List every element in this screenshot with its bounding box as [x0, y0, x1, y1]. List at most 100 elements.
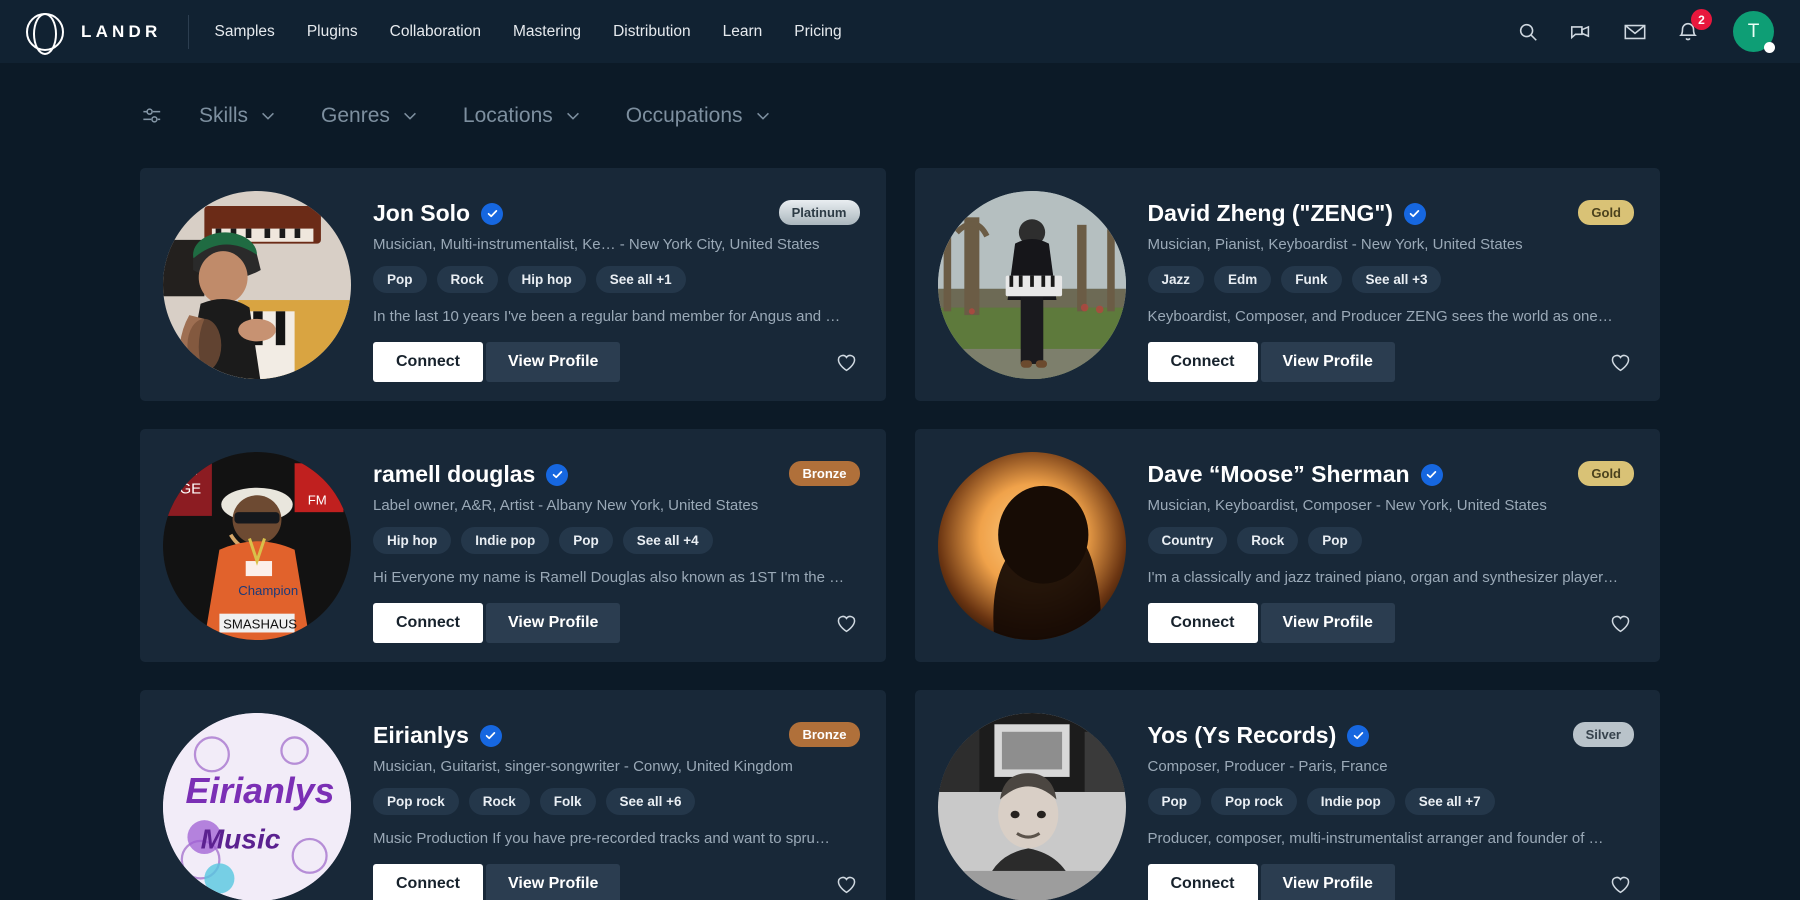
tag-chip[interactable]: Pop	[1148, 788, 1202, 815]
connect-button[interactable]: Connect	[373, 342, 483, 382]
artist-name: Jon Solo	[373, 200, 470, 227]
filter-locations-label: Locations	[463, 104, 553, 128]
artist-subtitle: Label owner, A&R, Artist - Albany New Yo…	[373, 497, 860, 514]
artist-card[interactable]: Dave “Moose” Sherman Gold Musician, Keyb…	[915, 429, 1661, 662]
filter-skills[interactable]: Skills	[199, 104, 277, 128]
verified-badge-icon	[481, 203, 503, 225]
card-actions: Connect View Profile	[373, 864, 860, 900]
verified-badge-icon	[480, 725, 502, 747]
heart-icon[interactable]	[835, 612, 860, 635]
tag-chip[interactable]: Pop rock	[1211, 788, 1297, 815]
tag-chip[interactable]: Hip hop	[373, 527, 451, 554]
tag-chip[interactable]: Pop	[1308, 527, 1362, 554]
notifications-bell[interactable]: 2	[1677, 20, 1699, 43]
tier-badge: Silver	[1573, 722, 1634, 747]
artist-card[interactable]: Jon Solo Platinum Musician, Multi-instru…	[140, 168, 886, 401]
chat-video-icon[interactable]	[1569, 20, 1593, 44]
tag-chip[interactable]: Pop rock	[373, 788, 459, 815]
nav-item-learn[interactable]: Learn	[723, 23, 763, 41]
artist-name-row: Yos (Ys Records)	[1148, 722, 1635, 749]
connect-button[interactable]: Connect	[373, 603, 483, 643]
tag-chip[interactable]: See all +3	[1352, 266, 1442, 293]
filter-locations[interactable]: Locations	[463, 104, 582, 128]
nav-item-collaboration[interactable]: Collaboration	[390, 23, 481, 41]
heart-icon[interactable]	[835, 351, 860, 374]
tag-chip[interactable]: Indie pop	[1307, 788, 1395, 815]
view-profile-button[interactable]: View Profile	[486, 864, 620, 900]
connect-button[interactable]: Connect	[1148, 342, 1258, 382]
tier-badge: Platinum	[779, 200, 860, 225]
tag-chip[interactable]: Jazz	[1148, 266, 1205, 293]
tag-chip[interactable]: Rock	[437, 266, 498, 293]
brand-logo[interactable]: LANDR	[26, 13, 162, 51]
artist-photo[interactable]	[938, 191, 1126, 379]
chevron-down-icon	[754, 107, 772, 125]
artist-bio: In the last 10 years I've been a regular…	[373, 308, 860, 325]
artist-info: Eirianlys Bronze Musician, Guitarist, si…	[373, 713, 860, 900]
tag-chip[interactable]: Pop	[559, 527, 613, 554]
tier-badge: Gold	[1578, 200, 1634, 225]
heart-icon[interactable]	[1609, 873, 1634, 896]
tag-chip[interactable]: Edm	[1214, 266, 1271, 293]
tag-chip[interactable]: See all +4	[623, 527, 713, 554]
artist-card[interactable]: Eirianlys Music Eirianlys Bronze Musicia…	[140, 690, 886, 900]
artist-card[interactable]: PPY NGE FM Champion SMASHAUS ramell doug…	[140, 429, 886, 662]
nav-item-mastering[interactable]: Mastering	[513, 23, 581, 41]
artist-name: Eirianlys	[373, 722, 469, 749]
mail-icon[interactable]	[1623, 20, 1647, 44]
heart-icon[interactable]	[1609, 351, 1634, 374]
heart-icon[interactable]	[835, 873, 860, 896]
top-navigation-bar: LANDR Samples Plugins Collaboration Mast…	[0, 0, 1800, 63]
search-icon[interactable]	[1517, 21, 1539, 43]
genre-tag-list: Pop Pop rock Indie pop See all +7	[1148, 788, 1635, 815]
tag-chip[interactable]: Pop	[373, 266, 427, 293]
artist-card[interactable]: Yos (Ys Records) Silver Composer, Produc…	[915, 690, 1661, 900]
nav-item-pricing[interactable]: Pricing	[794, 23, 841, 41]
tag-chip[interactable]: Hip hop	[508, 266, 586, 293]
artist-subtitle: Musician, Multi-instrumentalist, Ke… - N…	[373, 236, 860, 253]
view-profile-button[interactable]: View Profile	[1261, 864, 1395, 900]
connect-button[interactable]: Connect	[1148, 603, 1258, 643]
heart-icon[interactable]	[1609, 612, 1634, 635]
tier-badge: Bronze	[789, 461, 859, 486]
artist-name-row: David Zheng ("ZENG")	[1148, 200, 1635, 227]
tag-chip[interactable]: Funk	[1281, 266, 1341, 293]
artist-card[interactable]: David Zheng ("ZENG") Gold Musician, Pian…	[915, 168, 1661, 401]
svg-text:NGE: NGE	[169, 480, 202, 497]
user-avatar[interactable]: T	[1733, 11, 1774, 52]
tag-chip[interactable]: Folk	[540, 788, 596, 815]
landr-logo-icon	[26, 13, 64, 51]
artist-photo[interactable]: Eirianlys Music	[163, 713, 351, 900]
artist-photo[interactable]	[163, 191, 351, 379]
card-actions: Connect View Profile	[1148, 342, 1635, 382]
filter-occupations[interactable]: Occupations	[626, 104, 772, 128]
view-profile-button[interactable]: View Profile	[486, 603, 620, 643]
filter-genres[interactable]: Genres	[321, 104, 419, 128]
filter-sliders-icon[interactable]	[140, 103, 165, 128]
connect-button[interactable]: Connect	[1148, 864, 1258, 900]
artist-photo[interactable]	[938, 452, 1126, 640]
artist-info: Jon Solo Platinum Musician, Multi-instru…	[373, 191, 860, 378]
tag-chip[interactable]: See all +7	[1405, 788, 1495, 815]
view-profile-button[interactable]: View Profile	[1261, 342, 1395, 382]
nav-item-distribution[interactable]: Distribution	[613, 23, 691, 41]
tag-chip[interactable]: Indie pop	[461, 527, 549, 554]
tag-chip[interactable]: Country	[1148, 527, 1228, 554]
chevron-down-icon	[564, 107, 582, 125]
view-profile-button[interactable]: View Profile	[486, 342, 620, 382]
artist-photo[interactable]	[938, 713, 1126, 900]
nav-item-plugins[interactable]: Plugins	[307, 23, 358, 41]
view-profile-button[interactable]: View Profile	[1261, 603, 1395, 643]
artist-photo[interactable]: PPY NGE FM Champion SMASHAUS	[163, 452, 351, 640]
tag-chip[interactable]: See all +6	[606, 788, 696, 815]
artist-subtitle: Musician, Keyboardist, Composer - New Yo…	[1148, 497, 1635, 514]
svg-text:FM: FM	[308, 493, 327, 508]
artist-bio: I'm a classically and jazz trained piano…	[1148, 569, 1635, 586]
tag-chip[interactable]: See all +1	[596, 266, 686, 293]
nav-item-samples[interactable]: Samples	[215, 23, 275, 41]
tag-chip[interactable]: Rock	[1237, 527, 1298, 554]
artist-name-row: Dave “Moose” Sherman	[1148, 461, 1635, 488]
connect-button[interactable]: Connect	[373, 864, 483, 900]
filter-genres-label: Genres	[321, 104, 390, 128]
tag-chip[interactable]: Rock	[469, 788, 530, 815]
